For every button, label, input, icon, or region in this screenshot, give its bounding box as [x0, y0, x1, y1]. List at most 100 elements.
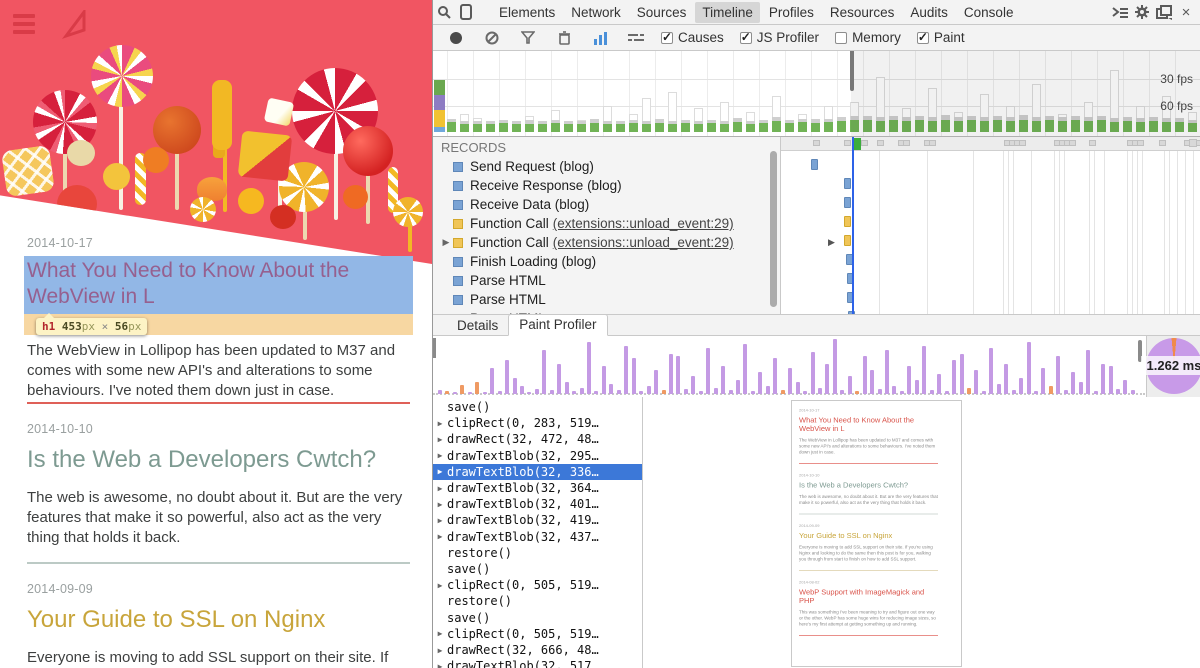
command-row[interactable]: ▶drawTextBlob(32, 295…: [433, 448, 643, 464]
histogram-bar[interactable]: [676, 356, 680, 394]
histogram-bar[interactable]: [438, 390, 442, 394]
frames-chart-icon[interactable]: [589, 28, 611, 48]
histogram-bar[interactable]: [639, 391, 643, 394]
histogram-bar[interactable]: [848, 376, 852, 394]
histogram-bar[interactable]: [609, 384, 613, 394]
histogram-bar[interactable]: [736, 380, 740, 394]
histogram-bar[interactable]: [878, 389, 882, 394]
checkbox-memory[interactable]: Memory: [835, 30, 901, 45]
histogram-bar[interactable]: [833, 339, 837, 394]
histogram-bar[interactable]: [580, 388, 584, 394]
histogram-bar[interactable]: [960, 354, 964, 394]
histogram-bar[interactable]: [982, 391, 986, 394]
command-row[interactable]: ▶drawTextBlob(32, 437…: [433, 529, 643, 545]
histogram-bar[interactable]: [557, 364, 561, 394]
histogram-bar[interactable]: [885, 350, 889, 394]
histogram-bar[interactable]: [803, 391, 807, 394]
checkbox-box[interactable]: [917, 32, 929, 44]
histogram-bar[interactable]: [825, 364, 829, 394]
timeline-overview[interactable]: 30 fps 60 fps: [433, 51, 1200, 137]
command-expand-icon[interactable]: ▶: [433, 646, 447, 655]
histogram-bar[interactable]: [445, 391, 449, 394]
site-logo-icon[interactable]: [62, 10, 90, 40]
histogram-bar[interactable]: [1101, 364, 1105, 394]
histogram-bar[interactable]: [535, 389, 539, 394]
dock-side-icon[interactable]: [1153, 2, 1175, 22]
histogram-bar[interactable]: [684, 389, 688, 394]
checkbox-js-profiler[interactable]: JS Profiler: [740, 30, 819, 45]
post-title[interactable]: Is the Web a Developers Cwtch?: [27, 446, 410, 474]
command-row[interactable]: ▶clipRect(0, 505, 519…: [433, 626, 643, 642]
command-expand-icon[interactable]: ▶: [433, 662, 447, 668]
histogram-bar[interactable]: [1027, 342, 1031, 394]
histogram-bar[interactable]: [1071, 372, 1075, 394]
histogram-bar[interactable]: [714, 388, 718, 394]
histogram-bar[interactable]: [617, 390, 621, 394]
command-expand-icon[interactable]: ▶: [433, 484, 447, 493]
record-row[interactable]: Parse HTML: [433, 271, 781, 290]
histogram-bar[interactable]: [922, 346, 926, 394]
histogram-bar[interactable]: [811, 352, 815, 394]
post-title[interactable]: What You Need to Know About the WebView …: [27, 258, 410, 310]
inspect-element-icon[interactable]: [433, 2, 455, 22]
histogram-bar[interactable]: [490, 368, 494, 394]
command-expand-icon[interactable]: ▶: [433, 532, 447, 541]
tab-elements[interactable]: Elements: [492, 2, 562, 23]
command-expand-icon[interactable]: ▶: [433, 629, 447, 638]
records-graph[interactable]: ▶: [781, 137, 1200, 315]
command-row[interactable]: ▶drawTextBlob(32, 517…: [433, 658, 643, 668]
histogram-bar[interactable]: [974, 370, 978, 394]
histogram-bar[interactable]: [662, 390, 666, 394]
histogram-bar[interactable]: [915, 380, 919, 394]
histogram-bar[interactable]: [527, 392, 531, 394]
tab-paint-profiler[interactable]: Paint Profiler: [508, 314, 607, 336]
tab-resources[interactable]: Resources: [823, 2, 902, 23]
records-scrollbar[interactable]: [770, 151, 777, 307]
histogram-bar[interactable]: [691, 376, 695, 394]
histogram-bar[interactable]: [945, 391, 949, 394]
histogram-bar[interactable]: [796, 382, 800, 394]
histogram-bar[interactable]: [721, 366, 725, 394]
post-title[interactable]: Your Guide to SSL on Nginx: [27, 606, 410, 634]
expand-arrow-icon[interactable]: ▶: [439, 237, 453, 248]
histogram-bar[interactable]: [1034, 391, 1038, 394]
record-row[interactable]: Receive Data (blog): [433, 195, 781, 214]
graph-expand-arrow-icon[interactable]: ▶: [828, 237, 835, 248]
histogram-bar[interactable]: [773, 358, 777, 394]
histogram-bar[interactable]: [565, 382, 569, 394]
paint-profiler-strip[interactable]: 1.262 ms: [433, 336, 1200, 397]
histogram-bar[interactable]: [1123, 380, 1127, 394]
trash-icon[interactable]: [553, 28, 575, 48]
command-row[interactable]: save(): [433, 561, 643, 577]
histogram-bar[interactable]: [587, 342, 591, 394]
histogram-bar[interactable]: [1064, 390, 1068, 394]
histogram-bar[interactable]: [1056, 356, 1060, 394]
histogram-bar[interactable]: [1004, 364, 1008, 394]
record-row[interactable]: Receive Response (blog): [433, 176, 781, 195]
close-icon[interactable]: ×: [1175, 2, 1197, 22]
histogram-bar[interactable]: [468, 392, 472, 394]
tab-audits[interactable]: Audits: [903, 2, 955, 23]
filter-icon[interactable]: [517, 28, 539, 48]
checkbox-paint[interactable]: Paint: [917, 30, 965, 45]
histogram-bar[interactable]: [505, 360, 509, 394]
tab-timeline[interactable]: Timeline: [695, 2, 760, 23]
settings-gear-icon[interactable]: [1131, 2, 1153, 22]
command-row[interactable]: save(): [433, 610, 643, 626]
checkbox-box[interactable]: [661, 32, 673, 44]
histogram-bar[interactable]: [453, 392, 457, 394]
record-row[interactable]: Function Call(extensions::unload_event:2…: [433, 214, 781, 233]
histogram-bar[interactable]: [766, 386, 770, 394]
command-expand-icon[interactable]: ▶: [433, 435, 447, 444]
tab-sources[interactable]: Sources: [630, 2, 694, 23]
histogram-bar[interactable]: [475, 382, 479, 394]
histogram-bar[interactable]: [892, 386, 896, 394]
command-row[interactable]: ▶clipRect(0, 283, 519…: [433, 415, 643, 431]
histogram-bar[interactable]: [632, 358, 636, 394]
record-row[interactable]: Finish Loading (blog): [433, 252, 781, 271]
command-row[interactable]: ▶clipRect(0, 505, 519…: [433, 577, 643, 593]
histogram-bar[interactable]: [542, 350, 546, 394]
device-mode-icon[interactable]: [455, 2, 477, 22]
histogram-bar[interactable]: [1131, 390, 1135, 394]
command-expand-icon[interactable]: ▶: [433, 467, 447, 476]
